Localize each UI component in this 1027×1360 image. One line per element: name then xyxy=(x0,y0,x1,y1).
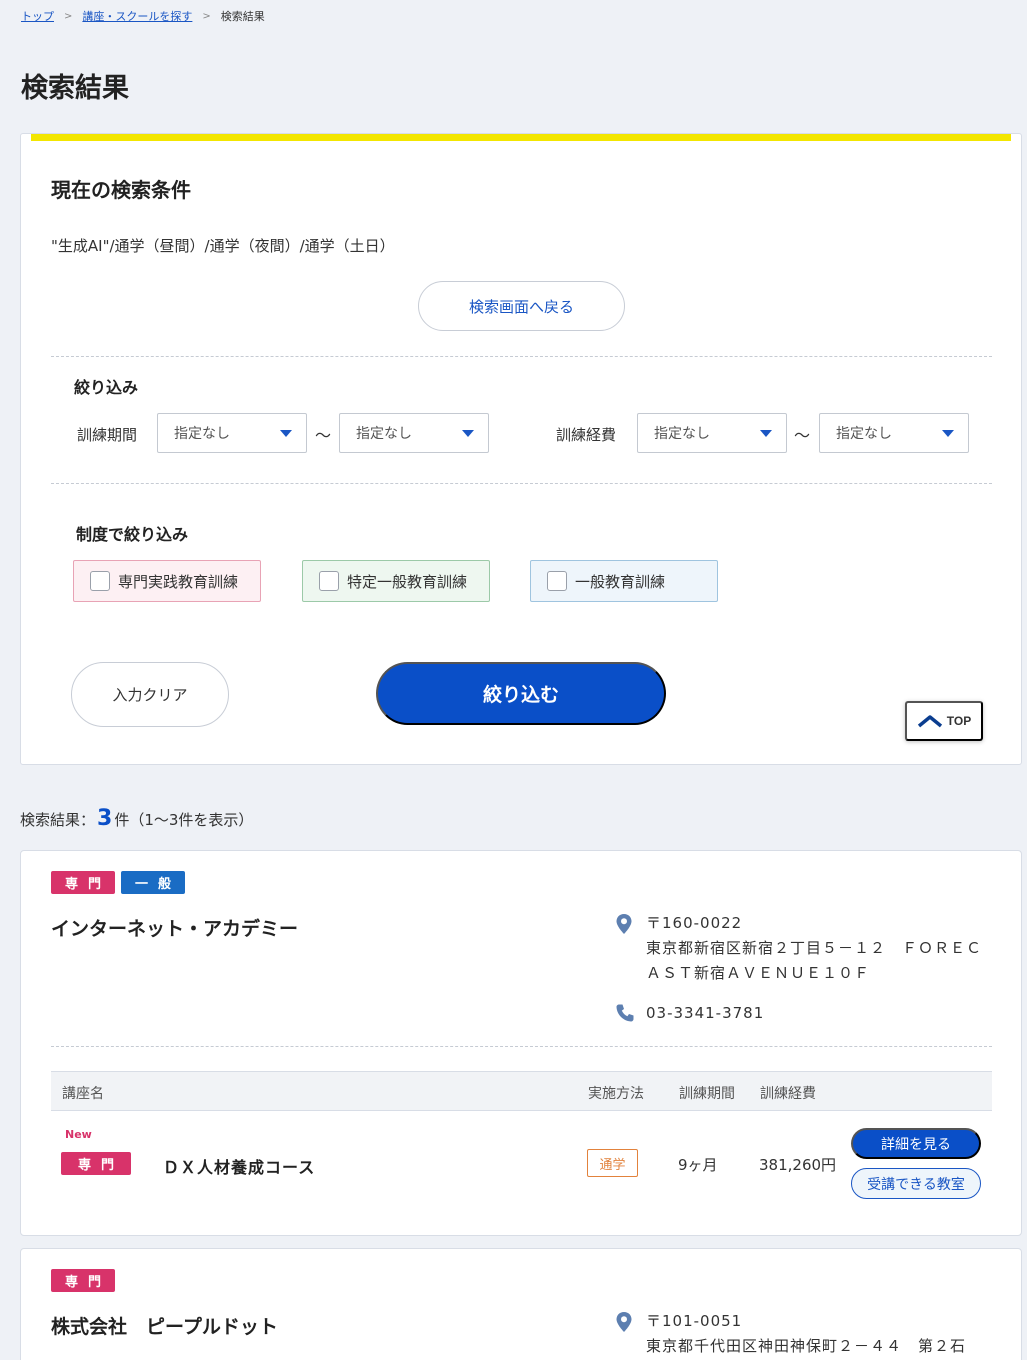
divider xyxy=(51,483,992,484)
school-name[interactable]: インターネット・アカデミー xyxy=(51,914,298,941)
available-rooms-button[interactable]: 受講できる教室 xyxy=(851,1168,981,1199)
chevron-right-icon: > xyxy=(202,10,211,22)
select-value: 指定なし xyxy=(356,426,412,442)
checkbox[interactable] xyxy=(90,571,110,591)
breadcrumb-current: 検索結果 xyxy=(220,10,265,23)
course-table-header: 講座名 実施方法 訓練期間 訓練経費 xyxy=(51,1071,992,1111)
tag-senmon: 専門 xyxy=(51,871,115,894)
fee-from-select[interactable]: 指定なし xyxy=(637,413,787,453)
col-period: 訓練期間 xyxy=(679,1086,735,1102)
result-suffix: 件（1～3件を表示） xyxy=(114,811,254,829)
conditions-text: "生成AI"/通学（昼間）/通学（夜間）/通学（土日） xyxy=(51,237,395,255)
result-number: 3 xyxy=(97,806,113,831)
period-to-select[interactable]: 指定なし xyxy=(339,413,489,453)
apply-filter-button[interactable]: 絞り込む xyxy=(376,662,666,725)
checkbox-label: 一般教育訓練 xyxy=(575,572,666,591)
course-fee: 381,260円 xyxy=(759,1156,837,1174)
checkbox[interactable] xyxy=(319,571,339,591)
school-card: 専門 株式会社 ピープルドット 〒101-0051 東京都千代田区神田神保町２－… xyxy=(20,1248,1022,1360)
result-label: 検索結果： xyxy=(20,811,96,829)
scroll-top-button[interactable]: TOP xyxy=(905,701,983,741)
select-value: 指定なし xyxy=(654,426,710,442)
school-card: 専門 一般 インターネット・アカデミー 〒160-0022 東京都新宿区新宿２丁… xyxy=(20,850,1022,1236)
course-tag-senmon: 専門 xyxy=(61,1152,131,1175)
filter-title: 絞り込み xyxy=(74,378,139,397)
tag-senmon: 専門 xyxy=(51,1269,115,1292)
address: 東京都千代田区神田神保町２－４４ 第２石 xyxy=(646,1337,967,1355)
map-pin-icon xyxy=(616,1312,632,1332)
postal-code: 〒101-0051 xyxy=(646,1312,743,1330)
tag-ippan: 一般 xyxy=(121,871,185,894)
select-value: 指定なし xyxy=(836,426,892,442)
divider xyxy=(51,1046,992,1047)
postal-code: 〒160-0022 xyxy=(646,914,743,932)
system-filter-title: 制度で絞り込み xyxy=(76,525,189,544)
period-label: 訓練期間 xyxy=(77,426,138,444)
back-to-search-button[interactable]: 検索画面へ戻る xyxy=(418,281,625,331)
accent-bar xyxy=(31,134,1011,141)
chevron-right-icon: > xyxy=(64,10,73,22)
caret-down-icon xyxy=(942,429,954,437)
checkbox[interactable] xyxy=(547,571,567,591)
view-details-button[interactable]: 詳細を見る xyxy=(851,1128,981,1159)
caret-down-icon xyxy=(760,429,772,437)
fee-to-select[interactable]: 指定なし xyxy=(819,413,969,453)
clear-input-button[interactable]: 入力クリア xyxy=(71,662,229,727)
search-conditions-card: 現在の検索条件 "生成AI"/通学（昼間）/通学（夜間）/通学（土日） 検索画面… xyxy=(20,133,1022,765)
address-block: 〒101-0051 東京都千代田区神田神保町２－４４ 第２石 xyxy=(646,1309,991,1359)
address: 東京都新宿区新宿２丁目５－１２ ＦＯＲＥＣＡＳＴ新宿ＡＶＥＮＵＥ１０Ｆ xyxy=(646,939,983,982)
address-block: 〒160-0022 東京都新宿区新宿２丁目５－１２ ＦＯＲＥＣＡＳＴ新宿ＡＶＥＮ… xyxy=(646,911,991,986)
course-name[interactable]: ＤＸ人材養成コース xyxy=(163,1154,315,1178)
checkbox-label: 特定一般教育訓練 xyxy=(347,572,468,591)
checkbox-tokutei[interactable]: 特定一般教育訓練 xyxy=(302,560,490,602)
range-separator: ～ xyxy=(794,426,811,445)
fee-label: 訓練経費 xyxy=(556,426,617,444)
breadcrumb-search-link[interactable]: 講座・スクールを探す xyxy=(82,8,192,24)
period-from-select[interactable]: 指定なし xyxy=(157,413,307,453)
top-label: TOP xyxy=(946,714,972,728)
page-title: 検索結果 xyxy=(21,73,129,104)
col-course: 講座名 xyxy=(62,1086,104,1102)
new-badge: New xyxy=(65,1128,92,1141)
result-count: 検索結果： 3 件（1～3件を表示） xyxy=(20,806,253,831)
breadcrumb-top-link[interactable]: トップ xyxy=(21,8,54,24)
caret-down-icon xyxy=(462,429,474,437)
col-fee: 訓練経費 xyxy=(760,1086,816,1102)
school-name[interactable]: 株式会社 ピープルドット xyxy=(51,1312,278,1339)
divider xyxy=(51,356,992,357)
map-pin-icon xyxy=(616,914,632,934)
select-value: 指定なし xyxy=(174,426,230,442)
checkbox-ippan[interactable]: 一般教育訓練 xyxy=(530,560,718,602)
chevron-up-icon xyxy=(917,715,942,728)
checkbox-label: 専門実践教育訓練 xyxy=(118,572,239,591)
breadcrumb: トップ > 講座・スクールを探す > 検索結果 xyxy=(21,8,265,24)
col-method: 実施方法 xyxy=(588,1086,644,1102)
course-period: 9ヶ月 xyxy=(678,1156,718,1174)
checkbox-senmon[interactable]: 専門実践教育訓練 xyxy=(73,560,261,602)
phone-icon xyxy=(616,1004,634,1022)
range-separator: ～ xyxy=(315,426,332,445)
method-badge: 通学 xyxy=(587,1149,638,1177)
caret-down-icon xyxy=(280,429,292,437)
tel-number: 03-3341-3781 xyxy=(646,1004,765,1022)
conditions-title: 現在の検索条件 xyxy=(51,178,191,202)
